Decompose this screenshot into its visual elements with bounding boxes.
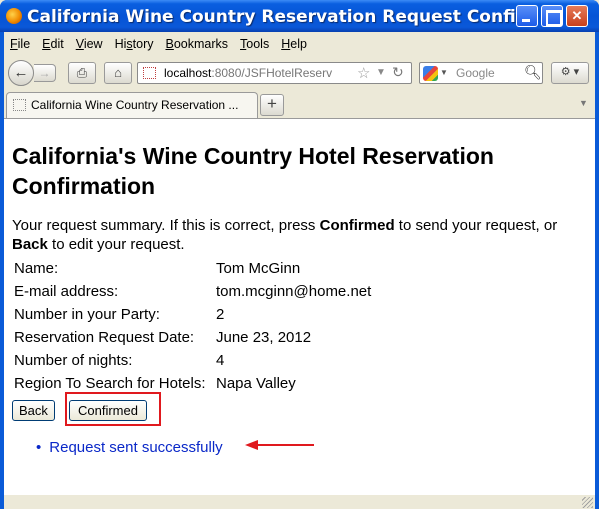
intro-text: Your request summary. If this is correct…	[12, 216, 587, 254]
magnifier-icon[interactable]: 🔍︎	[524, 64, 542, 81]
menu-edit[interactable]: Edit	[36, 35, 70, 55]
menu-view[interactable]: View	[70, 35, 109, 55]
menu-tools[interactable]: Tools	[234, 35, 275, 55]
summary-label: Name:	[14, 260, 59, 277]
minimize-button[interactable]	[516, 5, 538, 27]
tab-title: California Wine Country Reservation ...	[31, 98, 239, 112]
intro-text-3: to edit your request.	[47, 236, 185, 253]
title-bar[interactable]: California Wine Country Reservation Requ…	[0, 0, 599, 32]
site-identity-icon[interactable]	[143, 67, 156, 79]
summary-row-party: Number in your Party: 2	[14, 306, 371, 329]
intro-confirmed-word: Confirmed	[319, 217, 395, 234]
menu-file[interactable]: File	[4, 35, 36, 55]
browser-client: File Edit View History Bookmarks Tools H…	[4, 32, 595, 509]
resize-grip-icon[interactable]	[582, 497, 593, 508]
url-dropdown-icon[interactable]: ▼	[376, 67, 386, 78]
confirmed-button[interactable]: Confirmed	[69, 400, 147, 421]
summary-value: Napa Valley	[216, 375, 296, 392]
history-buttons: ← →	[8, 60, 60, 86]
search-engine-dropdown-icon[interactable]: ▼	[440, 68, 448, 77]
page-title: California's Wine Country Hotel Reservat…	[12, 143, 494, 199]
summary-value: tom.mcginn@home.net	[216, 283, 372, 300]
back-arrow-icon[interactable]: ←	[8, 60, 34, 86]
summary-row-email: E-mail address: tom.mcginn@home.net	[14, 283, 371, 306]
tab-list-icon[interactable]: ▼	[579, 98, 588, 108]
browser-window: California Wine Country Reservation Requ…	[0, 0, 599, 509]
summary-row-name: Name: Tom McGinn	[14, 260, 371, 283]
page-content: California's Wine Country Hotel Reservat…	[4, 118, 595, 495]
print-icon[interactable]: ⎙	[68, 62, 96, 84]
summary-value: 4	[216, 352, 225, 369]
annotation-arrow-icon	[245, 440, 314, 450]
summary-label: Number of nights:	[14, 352, 133, 369]
close-button[interactable]: ✕	[566, 5, 588, 27]
intro-back-word: Back	[12, 236, 48, 253]
tab-active[interactable]: California Wine Country Reservation ...	[6, 92, 258, 118]
menu-help[interactable]: Help	[275, 35, 313, 55]
summary-value: Tom McGinn	[216, 260, 301, 277]
window-title: California Wine Country Reservation Requ…	[27, 7, 533, 27]
menu-edit-label: dit	[50, 37, 64, 51]
home-icon[interactable]: ⌂	[104, 62, 132, 84]
search-bar[interactable]: ▼ Google 🔍︎	[419, 62, 543, 84]
url-bar[interactable]: localhost:8080/JSFHotelReserv ☆ ▼ ↻	[137, 62, 412, 84]
menu-bar: File Edit View History Bookmarks Tools H…	[4, 35, 313, 55]
summary-label: Reservation Request Date:	[14, 329, 195, 346]
url-host: localhost	[164, 66, 212, 80]
menu-history[interactable]: History	[109, 35, 160, 55]
summary-label: Number in your Party:	[14, 306, 160, 323]
intro-text-1: Your request summary. If this is correct…	[12, 217, 320, 234]
new-tab-button[interactable]: +	[260, 94, 284, 116]
back-button[interactable]: Back	[12, 400, 55, 421]
maximize-button[interactable]	[541, 5, 563, 27]
menu-tools-label: ools	[246, 37, 270, 51]
menu-view-label: iew	[83, 37, 103, 51]
url-path: :8080/JSFHotelReserv	[211, 66, 333, 80]
summary-table: Name: Tom McGinn E-mail address: tom.mcgin…	[14, 260, 371, 398]
reload-icon[interactable]: ↻	[392, 64, 404, 81]
summary-row-date: Reservation Request Date: June 23, 2012	[14, 329, 371, 352]
menu-bookmarks-accel: B	[165, 37, 174, 51]
status-bar	[4, 495, 595, 509]
menu-edit-accel: E	[42, 37, 51, 51]
url-text[interactable]: localhost:8080/JSFHotelReserv	[164, 66, 354, 80]
tab-favicon-icon	[13, 99, 26, 111]
menu-view-accel: V	[75, 37, 84, 51]
search-input[interactable]: Google	[456, 66, 495, 80]
addon-icon[interactable]: ⚙ ▾	[551, 62, 589, 84]
summary-value: June 23, 2012	[216, 329, 312, 346]
menu-help-label: elp	[290, 37, 307, 51]
summary-value: 2	[216, 306, 225, 323]
google-icon[interactable]	[423, 66, 438, 81]
menu-bookmarks[interactable]: Bookmarks	[160, 35, 235, 55]
bookmark-star-icon[interactable]: ☆	[357, 64, 370, 82]
menu-help-accel: H	[281, 37, 291, 51]
summary-label: E-mail address:	[14, 283, 119, 300]
intro-text-2: to send your request, or	[394, 217, 558, 234]
forward-arrow-icon[interactable]: →	[34, 64, 56, 82]
tab-strip: California Wine Country Reservation ... …	[4, 92, 595, 118]
success-message: Request sent successfully	[36, 439, 222, 456]
menu-bookmarks-label: ookmarks	[173, 37, 229, 51]
menu-file-label: ile	[17, 37, 31, 51]
navigation-toolbar: ← → ⎙ ⌂ localhost:8080/JSFHotelReserv ☆ …	[4, 56, 595, 88]
firefox-icon	[6, 8, 22, 24]
menu-history-label: tory	[132, 37, 154, 51]
menu-file-accel: F	[10, 37, 18, 51]
summary-row-nights: Number of nights: 4	[14, 352, 371, 375]
menu-history-pre: Hi	[114, 37, 127, 51]
message-list: Request sent successfully	[36, 439, 222, 456]
